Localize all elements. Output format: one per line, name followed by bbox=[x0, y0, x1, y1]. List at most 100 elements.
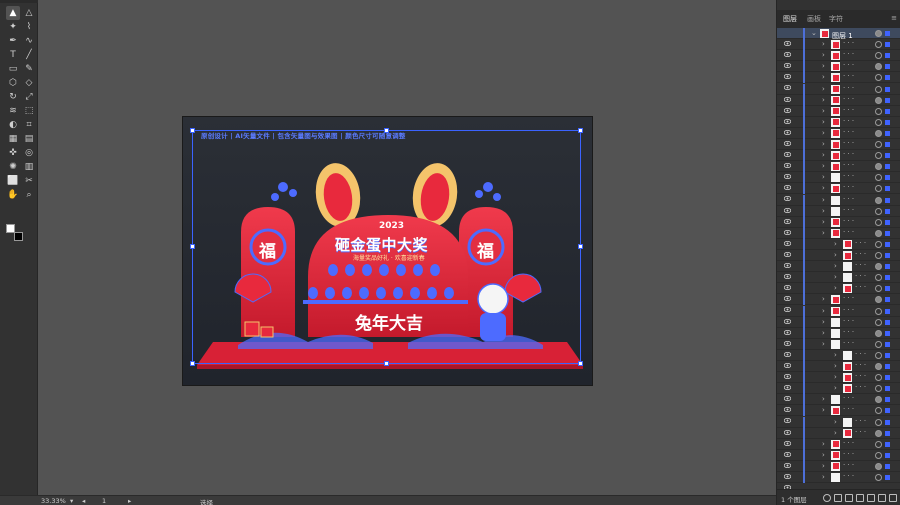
expand-chevron-right-icon[interactable]: › bbox=[822, 439, 825, 450]
target-circle-icon[interactable] bbox=[875, 96, 882, 104]
paintbrush-tool-icon[interactable]: ✎ bbox=[22, 62, 36, 76]
tab-character[interactable]: 字符 bbox=[829, 14, 843, 24]
expand-chevron-right-icon[interactable]: › bbox=[822, 72, 825, 83]
eyedropper-tool-icon[interactable]: ✜ bbox=[6, 146, 20, 160]
selection-indicator[interactable] bbox=[885, 441, 890, 447]
shaper-tool-icon[interactable]: ⬡ bbox=[6, 76, 20, 90]
visibility-eye-icon[interactable] bbox=[783, 175, 792, 191]
target-circle-icon[interactable] bbox=[875, 351, 882, 359]
sublayer-row[interactable]: › · · · bbox=[777, 227, 900, 246]
artboard-tool-icon[interactable]: ⬜ bbox=[6, 174, 20, 188]
layer-list[interactable]: ⌄ › · · · › · · · › · · · › · · · › · · · › · · · › · … bbox=[777, 28, 900, 489]
expand-chevron-right-icon[interactable]: › bbox=[822, 39, 825, 50]
selection-indicator[interactable] bbox=[885, 397, 890, 403]
target-circle-icon[interactable] bbox=[875, 196, 882, 204]
visibility-eye-icon[interactable] bbox=[783, 286, 792, 302]
expand-chevron-right-icon[interactable]: › bbox=[834, 428, 837, 439]
selection-indicator[interactable] bbox=[885, 475, 890, 480]
expand-chevron-right-icon[interactable]: › bbox=[822, 228, 825, 239]
visibility-eye-icon[interactable] bbox=[783, 220, 792, 235]
expand-chevron-right-icon[interactable]: › bbox=[822, 328, 825, 339]
target-circle-icon[interactable] bbox=[875, 30, 882, 37]
target-circle-icon[interactable] bbox=[875, 451, 882, 459]
handle-s[interactable] bbox=[384, 361, 389, 366]
handle-se[interactable] bbox=[578, 361, 583, 366]
selection-indicator[interactable] bbox=[885, 53, 890, 59]
visibility-eye-icon[interactable] bbox=[783, 242, 792, 257]
selection-indicator[interactable] bbox=[885, 352, 890, 358]
expand-chevron-right-icon[interactable]: › bbox=[822, 95, 825, 106]
gradient-tool-icon[interactable]: ▤ bbox=[22, 132, 36, 146]
magic-wand-tool-icon[interactable]: ✦ bbox=[6, 20, 20, 34]
new-sublayer-icon[interactable] bbox=[867, 494, 875, 502]
target-circle-icon[interactable] bbox=[875, 318, 882, 326]
visibility-eye-icon[interactable] bbox=[783, 53, 792, 69]
visibility-eye-icon[interactable] bbox=[783, 320, 792, 335]
selection-indicator[interactable] bbox=[885, 319, 890, 325]
target-circle-icon[interactable] bbox=[875, 52, 882, 60]
target-circle-icon[interactable] bbox=[875, 363, 882, 370]
sublayer-row[interactable]: › · · · bbox=[777, 361, 900, 380]
sublayer-row[interactable]: › · · · bbox=[777, 305, 900, 324]
mesh-tool-icon[interactable]: ▦ bbox=[6, 132, 20, 146]
handle-sw[interactable] bbox=[190, 361, 195, 366]
sublayer-row[interactable]: › · · · bbox=[777, 250, 900, 269]
sublayer-row[interactable]: › · · · bbox=[777, 61, 900, 80]
target-circle-icon[interactable] bbox=[875, 329, 882, 337]
selection-indicator[interactable] bbox=[885, 97, 890, 103]
target-circle-icon[interactable] bbox=[875, 41, 882, 49]
target-circle-icon[interactable] bbox=[875, 229, 882, 237]
collect-export-icon[interactable] bbox=[834, 494, 842, 502]
sublayer-row[interactable]: › · · · bbox=[777, 427, 900, 446]
target-circle-icon[interactable] bbox=[875, 141, 882, 148]
tab-layers[interactable]: 图层 bbox=[783, 14, 797, 24]
selection-indicator[interactable] bbox=[885, 364, 890, 369]
top-layer-name[interactable]: 图层 1 bbox=[832, 31, 853, 41]
sublayer-row[interactable]: › · · · bbox=[777, 183, 900, 202]
visibility-eye-icon[interactable] bbox=[783, 275, 792, 291]
width-tool-icon[interactable]: ≋ bbox=[6, 104, 20, 118]
eraser-tool-icon[interactable]: ◇ bbox=[22, 76, 36, 90]
free-transform-tool-icon[interactable]: ⬚ bbox=[22, 104, 36, 118]
selection-indicator[interactable] bbox=[885, 108, 890, 114]
expand-chevron-right-icon[interactable]: › bbox=[822, 217, 825, 228]
handle-e[interactable] bbox=[578, 244, 583, 249]
expand-chevron-right-icon[interactable]: › bbox=[822, 450, 825, 461]
type-tool-icon[interactable]: T bbox=[6, 48, 20, 62]
visibility-eye-icon[interactable] bbox=[783, 131, 792, 146]
expand-chevron-right-icon[interactable]: › bbox=[822, 317, 825, 328]
target-circle-icon[interactable] bbox=[875, 407, 882, 415]
lasso-tool-icon[interactable]: ⌇ bbox=[22, 20, 36, 34]
expand-chevron-right-icon[interactable]: › bbox=[834, 361, 837, 372]
visibility-eye-icon[interactable] bbox=[783, 342, 792, 357]
sublayer-row[interactable]: › · · · bbox=[777, 449, 900, 468]
visibility-eye-icon[interactable] bbox=[783, 331, 792, 346]
artboard[interactable]: 原创设计 | AI矢量文件 | 包含矢量图与效果图 | 颜色尺寸可随意调整 20… bbox=[182, 116, 593, 386]
handle-nw[interactable] bbox=[190, 128, 195, 133]
expand-chevron-right-icon[interactable]: › bbox=[834, 383, 837, 394]
expand-chevron-right-icon[interactable]: › bbox=[822, 394, 825, 405]
selection-indicator[interactable] bbox=[885, 375, 890, 381]
expand-chevron-right-icon[interactable]: › bbox=[834, 261, 837, 272]
target-circle-icon[interactable] bbox=[875, 129, 882, 137]
sublayer-row[interactable]: › · · · bbox=[777, 116, 900, 135]
target-circle-icon[interactable] bbox=[875, 374, 882, 382]
target-circle-icon[interactable] bbox=[875, 307, 882, 315]
expand-chevron-right-icon[interactable]: › bbox=[834, 417, 837, 428]
target-circle-icon[interactable] bbox=[875, 385, 882, 393]
selection-indicator[interactable] bbox=[885, 341, 890, 347]
sublayer-row[interactable]: › · · · bbox=[777, 316, 900, 335]
selection-indicator[interactable] bbox=[885, 253, 890, 258]
visibility-eye-icon[interactable] bbox=[783, 186, 792, 202]
selection-indicator[interactable] bbox=[885, 430, 890, 436]
expand-chevron-right-icon[interactable]: › bbox=[834, 250, 837, 261]
visibility-eye-icon[interactable] bbox=[783, 464, 792, 479]
expand-chevron-right-icon[interactable]: › bbox=[822, 195, 825, 206]
visibility-eye-icon[interactable] bbox=[783, 142, 792, 158]
selection-indicator[interactable] bbox=[885, 230, 890, 236]
target-circle-icon[interactable] bbox=[875, 285, 882, 293]
selection-indicator[interactable] bbox=[885, 463, 890, 469]
target-circle-icon[interactable] bbox=[875, 396, 882, 404]
selection-indicator[interactable] bbox=[885, 452, 890, 458]
target-circle-icon[interactable] bbox=[875, 252, 882, 259]
